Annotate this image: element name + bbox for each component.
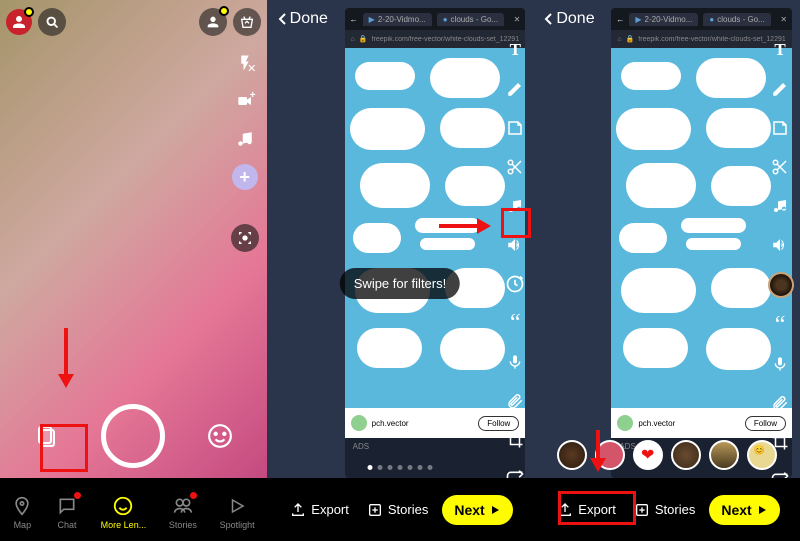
text-icon[interactable]: T	[768, 38, 792, 62]
attach-icon[interactable]	[503, 389, 527, 413]
scissors-icon[interactable]	[503, 155, 527, 179]
search-button[interactable]	[38, 8, 66, 36]
mic-icon[interactable]	[768, 352, 792, 376]
mic-icon[interactable]	[503, 350, 527, 374]
draw-icon[interactable]	[503, 77, 527, 101]
text-icon[interactable]: T	[503, 38, 527, 62]
tutorial-arrow-right	[439, 216, 491, 236]
edit-screen-filters: Done ← ▶2-20-Vidmo... ●clouds - Go... ✕ …	[267, 0, 534, 478]
nav-lenses[interactable]: More Len...	[101, 495, 147, 530]
author-avatar[interactable]	[351, 415, 367, 431]
sound-icon[interactable]	[768, 233, 792, 257]
video-icon[interactable]: +	[232, 88, 258, 114]
done-button[interactable]: Done	[277, 10, 328, 28]
nav-map[interactable]: Map	[11, 495, 33, 530]
author-avatar[interactable]	[617, 415, 633, 431]
browser-tab[interactable]: ●clouds - Go...	[437, 13, 504, 26]
filter-preview-eye[interactable]	[768, 272, 794, 298]
stories-button[interactable]: Stories	[630, 496, 699, 524]
author-name[interactable]: pch.vector	[372, 419, 409, 428]
swipe-toast: Swipe for filters!	[340, 268, 460, 299]
notification-dot	[24, 7, 34, 17]
crop-icon[interactable]	[503, 428, 527, 452]
capture-button[interactable]	[101, 404, 165, 468]
add-button[interactable]: +	[232, 164, 258, 190]
timer-icon[interactable]	[503, 272, 527, 296]
draw-icon[interactable]	[768, 77, 792, 101]
stories-button[interactable]: Stories	[363, 496, 432, 524]
highlight-box	[558, 491, 636, 525]
tutorial-arrow-down	[56, 328, 76, 388]
attach-icon[interactable]	[768, 391, 792, 415]
export-button[interactable]: Export	[286, 496, 353, 524]
crop-icon[interactable]	[768, 430, 792, 454]
page-dots	[368, 465, 433, 470]
notification-dot	[219, 6, 229, 16]
highlight-box	[501, 208, 531, 238]
ads-label: ADS	[345, 438, 526, 455]
browser-content: ← ▶2-20-Vidmo... ●clouds - Go... ✕ ⌂🔒fre…	[345, 8, 526, 478]
bottom-bar: Map Chat More Len... Stories Spotlight E…	[0, 478, 800, 541]
scissors-icon[interactable]	[768, 155, 792, 179]
edit-screen-export: Done ← ▶2-20-Vidmo... ●clouds - Go... ✕ …	[533, 0, 800, 478]
flip-camera-button[interactable]	[233, 8, 261, 36]
next-button[interactable]: Next	[442, 495, 512, 525]
clouds-image	[345, 48, 526, 408]
link-icon[interactable]: “	[503, 311, 527, 335]
browser-tab[interactable]: ▶2-20-Vidmo...	[363, 13, 432, 26]
nav-chat[interactable]: Chat	[56, 495, 78, 530]
loop-icon[interactable]	[503, 467, 527, 478]
tutorial-arrow-down	[588, 430, 608, 472]
music-icon[interactable]	[232, 126, 258, 152]
done-button[interactable]: Done	[543, 10, 594, 28]
music-icon[interactable]	[768, 194, 792, 218]
add-friend-button[interactable]	[199, 8, 227, 36]
clouds-image	[611, 48, 792, 408]
flash-icon[interactable]: ✕	[232, 50, 258, 76]
next-button[interactable]: Next	[709, 495, 779, 525]
browser-tab[interactable]: ▶2-20-Vidmo...	[629, 13, 698, 26]
author-name[interactable]: pch.vector	[638, 419, 675, 428]
browser-content: ← ▶2-20-Vidmo... ●clouds - Go... ✕ ⌂🔒fre…	[611, 8, 792, 478]
sticker-icon[interactable]	[503, 116, 527, 140]
nav-stories[interactable]: Stories	[169, 495, 197, 530]
camera-screen: ✕ + +	[0, 0, 267, 478]
nav-spotlight[interactable]: Spotlight	[220, 495, 255, 530]
scan-button[interactable]	[231, 224, 259, 252]
highlight-box	[40, 424, 88, 472]
emoji-button[interactable]	[203, 419, 237, 453]
browser-tab[interactable]: ●clouds - Go...	[703, 13, 770, 26]
sticker-icon[interactable]	[768, 116, 792, 140]
link-icon[interactable]: “	[768, 313, 792, 337]
loop-icon[interactable]	[768, 469, 792, 478]
profile-avatar[interactable]	[6, 9, 32, 35]
